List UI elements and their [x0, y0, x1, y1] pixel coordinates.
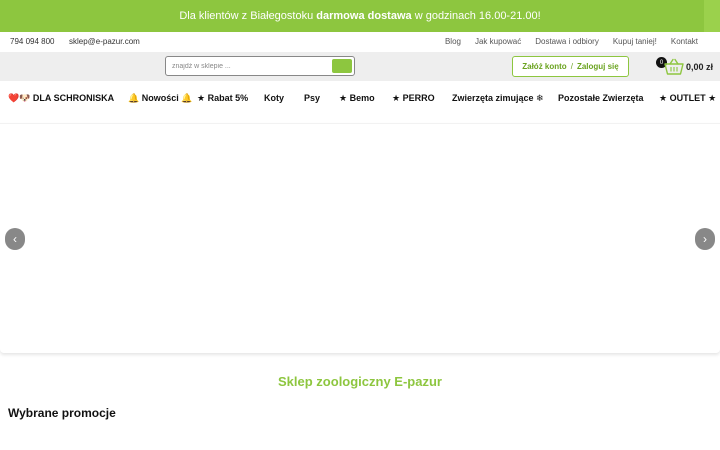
login-link[interactable]: Zaloguj się — [577, 62, 619, 71]
search-input[interactable] — [172, 59, 330, 73]
header-bar: Załóż konto / Zaloguj się 0 0,00 zł — [0, 52, 720, 81]
top-link-how-to-buy[interactable]: Jak kupować — [475, 37, 521, 46]
slider-next-button[interactable]: › — [695, 228, 715, 250]
promo-text: Dla klientów z Białegostoku darmowa dost… — [179, 10, 540, 22]
nav-item-rabat[interactable]: ★ Rabat 5% — [197, 93, 248, 104]
nav-item-dla-schroniska[interactable]: ❤️🐶 DLA SCHRONISKA — [8, 93, 114, 104]
top-link-delivery[interactable]: Dostawa i odbiory — [535, 37, 599, 46]
main-nav: ❤️🐶 DLA SCHRONISKA 🔔 Nowości 🔔 ★ Rabat 5… — [0, 85, 720, 111]
nav-item-outlet[interactable]: ★ OUTLET ★ — [659, 93, 716, 104]
top-link-contact[interactable]: Kontakt — [671, 37, 698, 46]
account-box: Załóż konto / Zaloguj się — [512, 56, 629, 77]
top-link-buy-cheaper[interactable]: Kupuj taniej! — [613, 37, 657, 46]
nav-item-bemo[interactable]: ★ Bemo — [339, 93, 375, 104]
promo-close-button[interactable] — [704, 0, 720, 32]
promo-text-after: w godzinach 16.00-21.00! — [414, 10, 541, 22]
promo-text-bold: darmowa dostawa — [316, 10, 412, 22]
phone-link[interactable]: 794 094 800 — [10, 37, 55, 46]
slider-prev-button[interactable]: ‹ — [5, 228, 25, 250]
promo-bar: Dla klientów z Białegostoku darmowa dost… — [0, 0, 720, 32]
email-link[interactable]: sklep@e-pazur.com — [69, 37, 140, 46]
shop-title: Sklep zoologiczny E-pazur — [278, 374, 442, 389]
register-link[interactable]: Załóż konto — [522, 62, 566, 71]
shopping-basket-icon — [664, 58, 684, 75]
promotions-heading: Wybrane promocje — [8, 406, 116, 420]
search-button[interactable] — [332, 59, 352, 73]
search-box — [165, 56, 355, 76]
chevron-left-icon: ‹ — [13, 232, 17, 246]
nav-item-nowosci[interactable]: 🔔 Nowości 🔔 — [128, 93, 192, 104]
account-separator: / — [570, 62, 573, 71]
nav-item-koty[interactable]: Koty — [264, 93, 284, 103]
nav-item-psy[interactable]: Psy — [304, 93, 320, 103]
top-links: Blog Jak kupować Dostawa i odbiory Kupuj… — [445, 37, 698, 46]
cart-total: 0,00 zł — [686, 62, 714, 72]
nav-item-perro[interactable]: ★ PERRO — [392, 93, 435, 104]
top-link-blog[interactable]: Blog — [445, 37, 461, 46]
nav-item-zwierzeta-zimujace[interactable]: Zwierzęta zimujące ❄ — [452, 93, 544, 104]
nav-item-pozostale-zwierzeta[interactable]: Pozostałe Zwierzęta — [558, 93, 644, 103]
cart-button[interactable]: 0 0,00 zł — [655, 56, 715, 78]
contact-row: 794 094 800 sklep@e-pazur.com Blog Jak k… — [0, 32, 720, 52]
promo-text-before: Dla klientów z Białegostoku — [179, 10, 314, 22]
hero-slider: ‹ › — [0, 123, 720, 353]
chevron-right-icon: › — [703, 232, 707, 246]
